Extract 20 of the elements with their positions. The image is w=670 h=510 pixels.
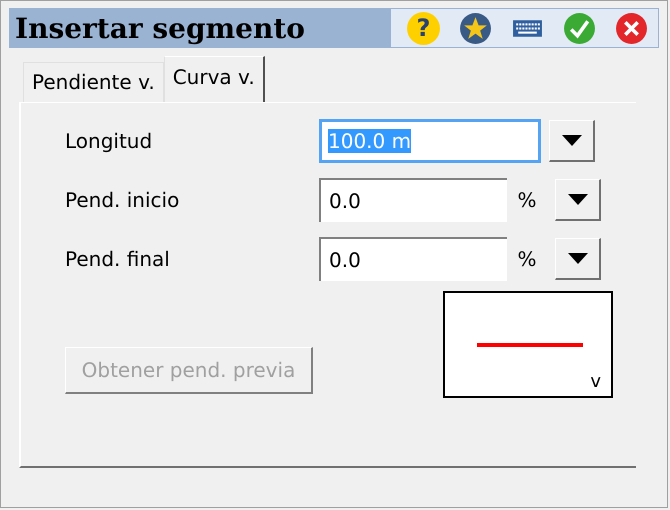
dropdown-button[interactable] bbox=[549, 120, 595, 162]
input-field[interactable]: 0.0 bbox=[319, 237, 507, 281]
close-icon[interactable] bbox=[615, 12, 648, 44]
window-title: Insertar segmento bbox=[14, 12, 305, 44]
field-label: Longitud bbox=[65, 129, 154, 153]
tab[interactable]: Curva v. bbox=[164, 56, 265, 102]
triangle-icon bbox=[562, 134, 582, 146]
unit-label: % bbox=[516, 188, 538, 212]
input-field[interactable]: 0.0 bbox=[319, 178, 507, 222]
unit-label: % bbox=[516, 247, 538, 271]
dropdown-button[interactable] bbox=[555, 179, 601, 221]
triangle-icon bbox=[568, 252, 588, 264]
ok-icon[interactable] bbox=[563, 12, 596, 44]
field-label: Pend. inicio bbox=[65, 188, 180, 212]
preview-label: v bbox=[590, 371, 601, 392]
dropdown-button[interactable] bbox=[555, 238, 601, 280]
tab[interactable]: Pendiente v. bbox=[23, 62, 164, 102]
help-button[interactable]: ? bbox=[407, 12, 440, 44]
field-label: Pend. final bbox=[65, 247, 171, 271]
triangle-icon bbox=[568, 194, 588, 206]
